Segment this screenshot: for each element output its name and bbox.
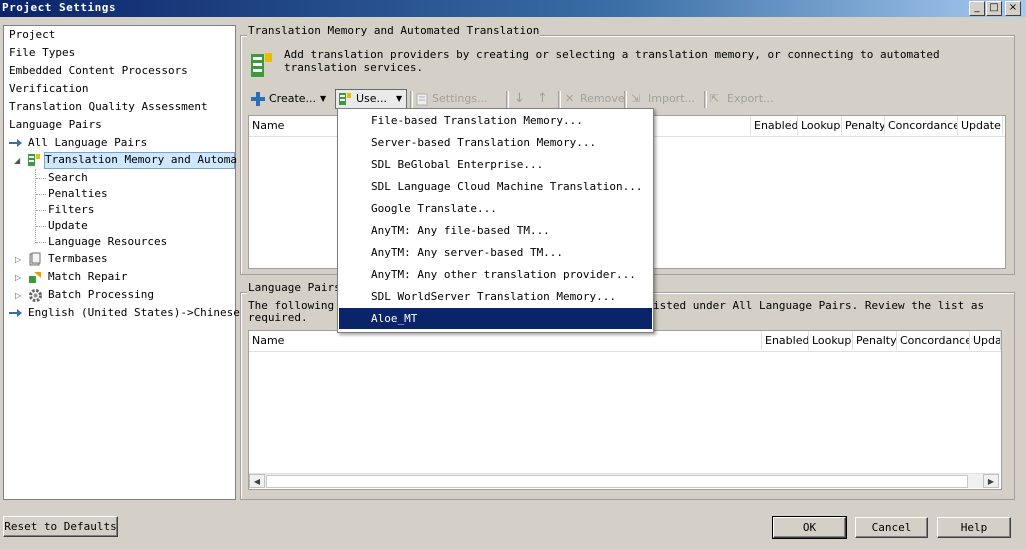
move-up-icon[interactable]: ↑ (537, 90, 548, 108)
column-lookup[interactable]: Lookup (809, 331, 853, 350)
export-button[interactable]: Export... (727, 90, 774, 108)
plus-icon (251, 92, 265, 106)
tree-item-search[interactable]: Search (48, 171, 88, 185)
expand-icon[interactable]: ▷ (15, 273, 21, 282)
tree-item-embedded-content[interactable]: Embedded Content Processors (9, 64, 188, 78)
menu-item-worldserver[interactable]: SDL WorldServer Translation Memory... (339, 286, 652, 307)
scroll-left-icon[interactable]: ◀ (249, 474, 265, 488)
column-penalty[interactable]: Penalty (853, 331, 897, 350)
menu-item-google-translate[interactable]: Google Translate... (339, 198, 652, 219)
arrow-right-icon (9, 309, 22, 317)
column-update[interactable]: Update (958, 116, 1003, 135)
use-dropdown-icon[interactable]: ▼ (396, 90, 402, 108)
termbase-icon (29, 252, 41, 266)
lp-grid[interactable]: Name Enabled Lookup Penalty Concordance … (248, 330, 1002, 490)
column-name[interactable]: Name (249, 331, 762, 350)
tm-icon (28, 154, 40, 166)
cancel-button[interactable]: Cancel (855, 517, 928, 538)
tree-item-english-chinese[interactable]: English (United States)->Chinese (28, 306, 240, 320)
import-icon: ⇲ (631, 92, 641, 105)
tree-item-batch-processing[interactable]: Batch Processing (48, 288, 154, 302)
lp-description-line2: required. (248, 311, 308, 324)
use-button[interactable]: Use... (356, 90, 387, 108)
menu-item-beglobal[interactable]: SDL BeGlobal Enterprise... (339, 154, 652, 175)
arrow-right-icon (9, 139, 22, 147)
column-concordance[interactable]: Concordance (897, 331, 970, 350)
create-dropdown-icon[interactable]: ▼ (320, 90, 326, 108)
ok-button[interactable]: OK (772, 516, 847, 539)
column-concordance[interactable]: Concordance (885, 116, 958, 135)
expand-icon[interactable]: ▷ (15, 291, 21, 300)
help-button[interactable]: Help (937, 517, 1011, 538)
menu-item-anytm-other[interactable]: AnyTM: Any other translation provider... (339, 264, 652, 285)
move-down-icon[interactable]: ↓ (514, 90, 525, 108)
minimize-button[interactable]: _ (969, 1, 985, 16)
column-enabled[interactable]: Enabled (762, 331, 809, 350)
scroll-right-icon[interactable]: ▶ (983, 474, 999, 488)
title-bar: Project Settings _ □ × (0, 0, 1026, 17)
gear-icon (29, 289, 42, 302)
tree-item-tqa[interactable]: Translation Quality Assessment (9, 100, 208, 114)
tree-item-tm-automated[interactable]: Translation Memory and Automa (44, 152, 237, 169)
remove-icon: ✕ (565, 92, 575, 105)
settings-tree[interactable]: Project File Types Embedded Content Proc… (3, 25, 240, 500)
settings-icon (416, 93, 428, 106)
tree-item-match-repair[interactable]: Match Repair (48, 270, 127, 284)
tree-item-all-language-pairs[interactable]: All Language Pairs (28, 136, 147, 150)
maximize-button[interactable]: □ (986, 1, 1002, 16)
export-icon: ⇱ (710, 92, 720, 105)
expand-icon[interactable]: ▷ (15, 255, 21, 264)
match-repair-icon (29, 272, 41, 283)
window-title: Project Settings (2, 1, 116, 14)
tree-item-project[interactable]: Project (9, 28, 55, 42)
column-enabled[interactable]: Enabled (751, 116, 798, 135)
tree-item-penalties[interactable]: Penalties (48, 187, 108, 201)
horizontal-scrollbar[interactable]: ◀ ▶ (249, 473, 999, 488)
remove-button[interactable]: Remove (580, 90, 625, 108)
lp-description-end: isted under All Language Pairs. Review t… (653, 299, 985, 312)
collapse-icon[interactable]: ◢ (14, 156, 20, 165)
tree-item-update[interactable]: Update (48, 219, 88, 233)
tree-item-language-pairs[interactable]: Language Pairs (9, 118, 102, 132)
tree-item-language-resources[interactable]: Language Resources (48, 235, 167, 249)
tree-item-termbases[interactable]: Termbases (48, 252, 108, 266)
use-dropdown-menu: File-based Translation Memory... Server-… (337, 108, 654, 333)
language-pairs-title: Language Pairs (247, 281, 342, 294)
menu-item-anytm-server[interactable]: AnyTM: Any server-based TM... (339, 242, 652, 263)
tm-icon (339, 93, 351, 105)
menu-item-file-based-tm[interactable]: File-based Translation Memory... (339, 110, 652, 131)
tree-item-filters[interactable]: Filters (48, 203, 94, 217)
tm-description: Add translation providers by creating or… (284, 48, 940, 74)
tm-large-icon (251, 53, 272, 77)
scroll-thumb[interactable] (266, 475, 968, 488)
tree-item-verification[interactable]: Verification (9, 82, 88, 96)
close-button[interactable]: × (1005, 1, 1021, 16)
reset-to-defaults-button[interactable]: Reset to Defaults (3, 516, 118, 537)
menu-item-aloe-mt[interactable]: Aloe_MT (339, 308, 652, 329)
column-penalty[interactable]: Penalty (842, 116, 885, 135)
menu-item-language-cloud[interactable]: SDL Language Cloud Machine Translation..… (339, 176, 652, 197)
import-button[interactable]: Import... (648, 90, 695, 108)
settings-button[interactable]: Settings... (432, 90, 488, 108)
column-update[interactable]: Upda (970, 331, 1001, 350)
create-button[interactable]: Create... (269, 90, 316, 108)
menu-item-anytm-file[interactable]: AnyTM: Any file-based TM... (339, 220, 652, 241)
menu-item-server-based-tm[interactable]: Server-based Translation Memory... (339, 132, 652, 153)
column-lookup[interactable]: Lookup (798, 116, 842, 135)
tree-item-file-types[interactable]: File Types (9, 46, 75, 60)
tm-group-title: Translation Memory and Automated Transla… (247, 24, 541, 37)
